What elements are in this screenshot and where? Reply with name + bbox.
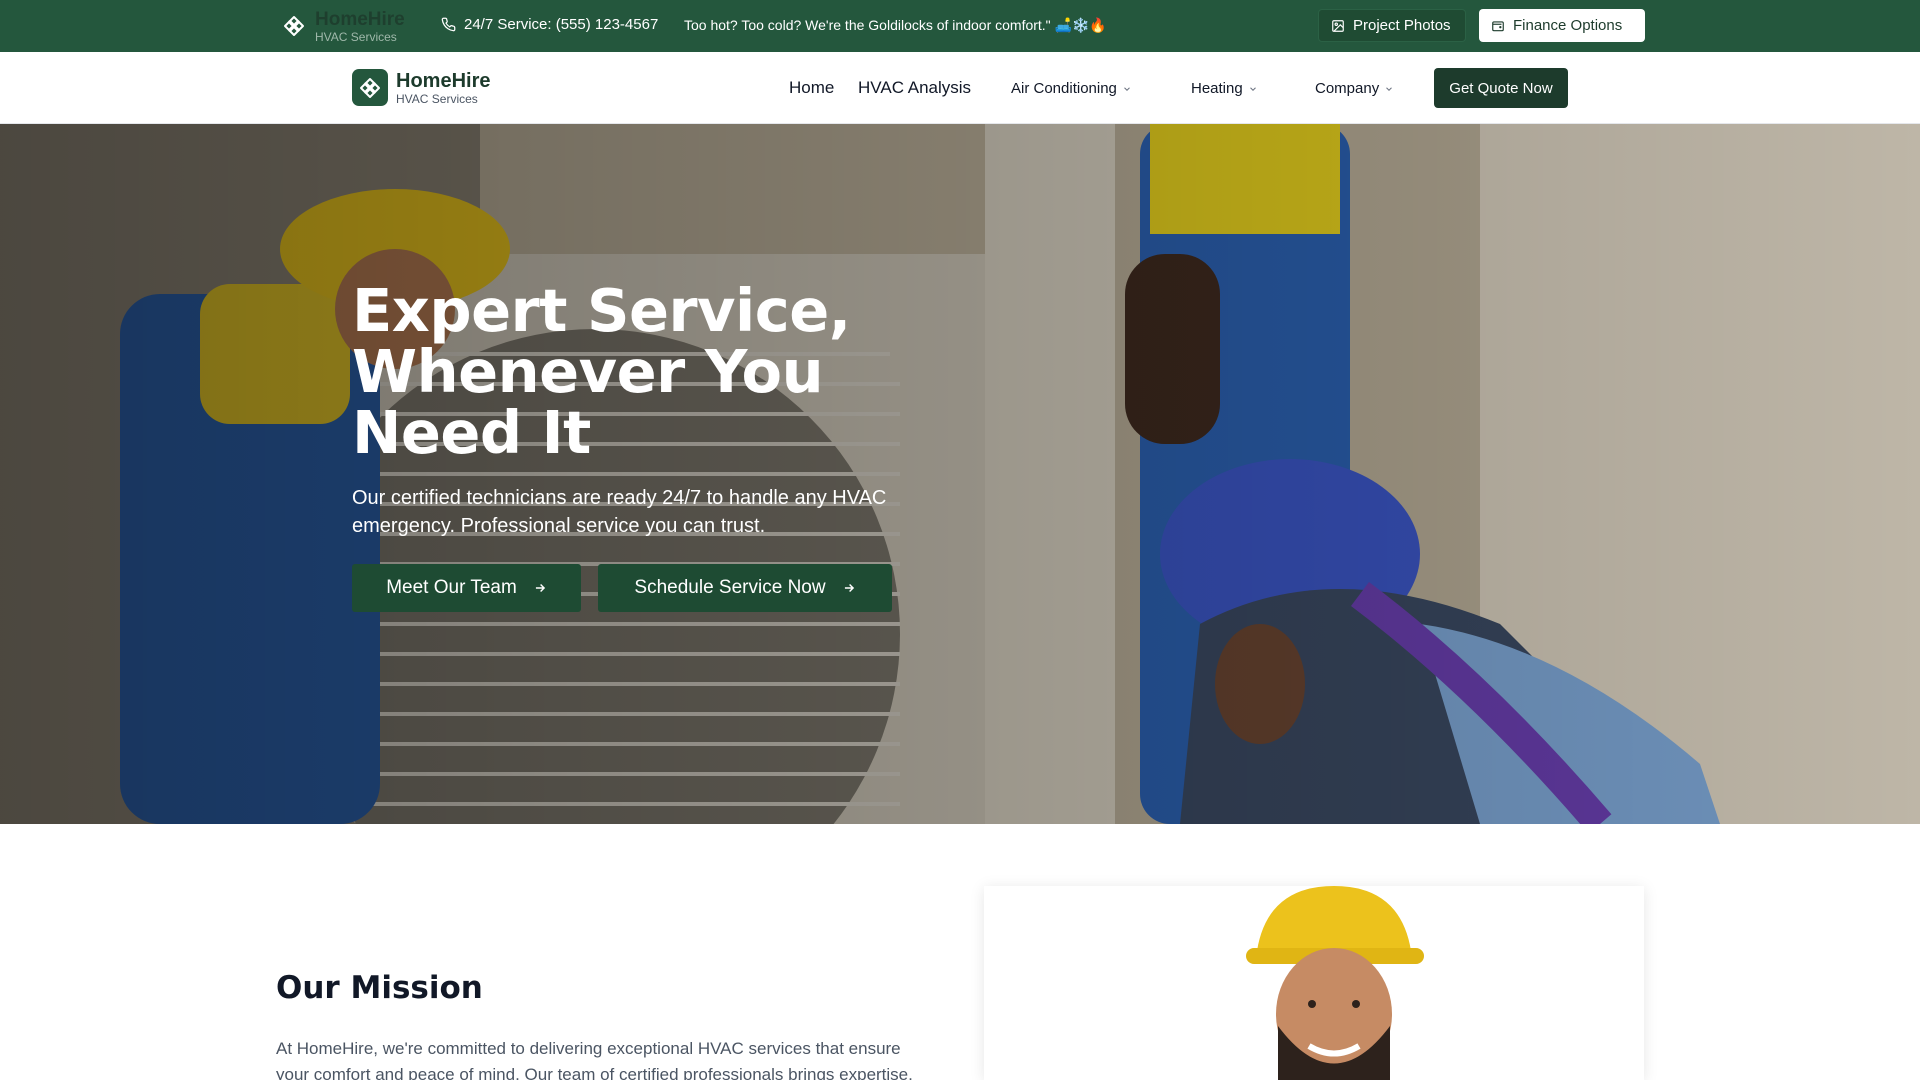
arrow-right-icon: [844, 583, 854, 593]
wallet-icon: [1492, 20, 1504, 31]
topbar-brand-name: HomeHire: [315, 8, 405, 30]
phone-icon: [441, 17, 456, 32]
arrow-right-icon: [535, 583, 545, 593]
meet-our-team-label: Meet Our Team: [386, 577, 517, 598]
nav-logo[interactable]: HomeHire HVAC Services: [352, 69, 490, 106]
topbar-logo[interactable]: HomeHire HVAC Services: [282, 9, 405, 43]
hvac-logo-icon: [282, 14, 306, 38]
finance-options-button[interactable]: Finance Options: [1479, 9, 1645, 42]
mission-title: Our Mission: [276, 970, 483, 1006]
hero-title: Expert Service, Whenever You Need It: [352, 276, 851, 467]
get-quote-button[interactable]: Get Quote Now: [1434, 68, 1568, 108]
promo-message: Too hot? Too cold? We're the Goldilocks …: [684, 17, 1107, 33]
topbar-brand-sub: HVAC Services: [315, 29, 397, 44]
nav-item-company[interactable]: Company: [1315, 80, 1394, 97]
top-bar: HomeHire HVAC Services 24/7 Service: (55…: [0, 0, 1920, 52]
chevron-down-icon: [1248, 84, 1258, 94]
schedule-service-label: Schedule Service Now: [634, 577, 826, 598]
image-icon: [1332, 19, 1344, 32]
nav-item-label: Company: [1315, 80, 1380, 97]
hero-overlay: [0, 124, 1920, 824]
nav-item-label: Air Conditioning: [1011, 80, 1117, 97]
chevron-down-icon: [1384, 84, 1394, 94]
hero-section: Expert Service, Whenever You Need It Our…: [0, 124, 1920, 824]
meet-our-team-button[interactable]: Meet Our Team: [352, 564, 581, 612]
project-photos-button[interactable]: Project Photos: [1318, 9, 1466, 42]
chevron-down-icon: [1122, 84, 1132, 94]
nav-item-hvac-analysis[interactable]: HVAC Analysis: [858, 78, 971, 98]
technician-photo: [984, 886, 1644, 1080]
main-nav: HomeHire HVAC Services Home HVAC Analysi…: [0, 52, 1920, 124]
project-photos-label: Project Photos: [1353, 17, 1451, 34]
hero-subtitle: Our certified technicians are ready 24/7…: [352, 487, 887, 537]
nav-item-heating[interactable]: Heating: [1191, 80, 1258, 97]
finance-options-label: Finance Options: [1513, 17, 1623, 34]
mission-text: At HomeHire, we're committed to deliveri…: [276, 1039, 913, 1080]
nav-brand-sub: HVAC Services: [396, 91, 478, 106]
nav-item-label: Heating: [1191, 80, 1243, 97]
hvac-logo-icon: [352, 69, 388, 106]
nav-brand-name: HomeHire: [396, 69, 491, 92]
nav-item-air-conditioning[interactable]: Air Conditioning: [1011, 80, 1132, 97]
phone-link[interactable]: 24/7 Service: (555) 123-4567: [441, 16, 658, 33]
schedule-service-button[interactable]: Schedule Service Now: [598, 564, 892, 612]
mission-image-card: [984, 886, 1644, 1080]
phone-text: 24/7 Service: (555) 123-4567: [464, 16, 659, 33]
nav-item-home[interactable]: Home: [789, 78, 834, 98]
